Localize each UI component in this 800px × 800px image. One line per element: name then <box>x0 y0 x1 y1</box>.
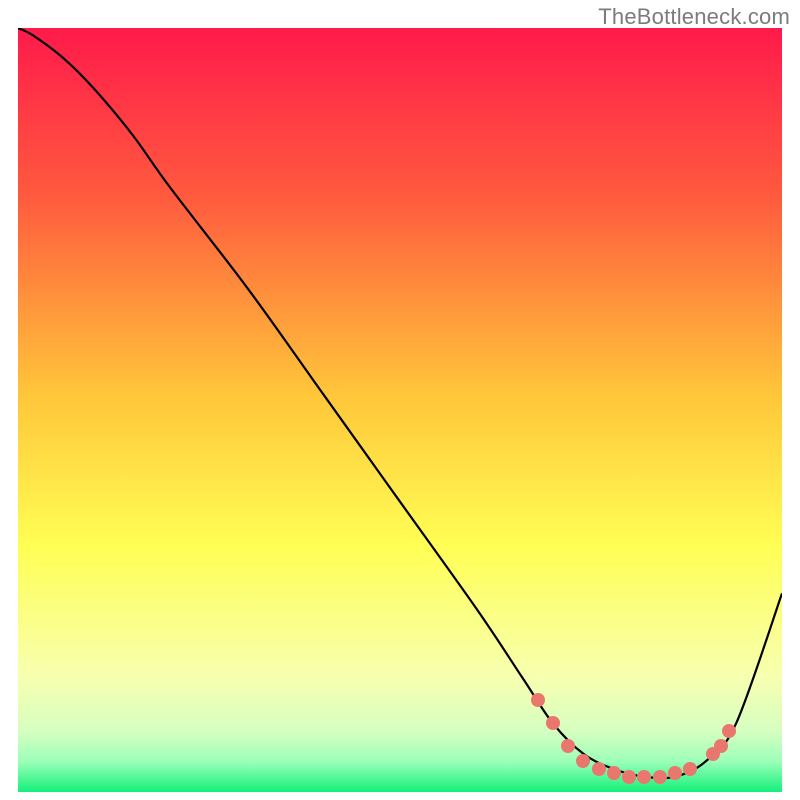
data-marker <box>592 762 606 776</box>
data-marker <box>607 766 621 780</box>
data-marker <box>722 724 736 738</box>
data-marker <box>683 762 697 776</box>
data-marker <box>714 739 728 753</box>
data-marker <box>576 754 590 768</box>
curve-layer <box>18 28 782 792</box>
data-marker <box>637 770 651 784</box>
data-marker <box>653 770 667 784</box>
data-marker <box>561 739 575 753</box>
data-marker <box>668 766 682 780</box>
watermark-text: TheBottleneck.com <box>598 4 790 30</box>
data-marker <box>531 693 545 707</box>
bottleneck-curve <box>18 28 782 778</box>
data-marker <box>622 770 636 784</box>
plot-area <box>18 28 782 792</box>
chart-canvas: TheBottleneck.com <box>0 0 800 800</box>
data-marker <box>546 716 560 730</box>
